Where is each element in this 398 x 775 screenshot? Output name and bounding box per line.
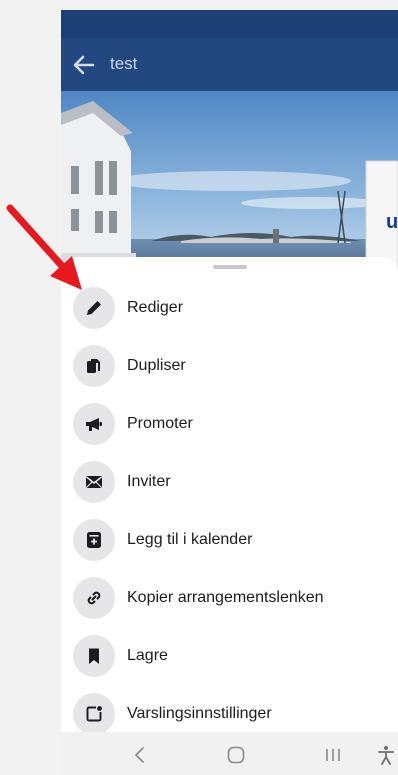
menu-item-label: Lagre (127, 647, 168, 664)
menu-item-label: Kopier arrangementslenken (127, 589, 324, 606)
sheet-drag-handle[interactable] (213, 265, 247, 269)
back-chevron-icon[interactable] (129, 744, 151, 766)
accessibility-icon[interactable] (375, 744, 397, 766)
calendar-add-icon (73, 519, 115, 561)
copy-icon (73, 345, 115, 387)
menu-item-kopier-arrangementslenken[interactable]: Kopier arrangementslenken (61, 569, 398, 627)
status-bar (61, 10, 398, 38)
megaphone-icon (73, 403, 115, 445)
app-bar: test (61, 38, 398, 91)
system-navigation-bar (61, 732, 398, 775)
menu-item-lagre[interactable]: Lagre (61, 627, 398, 685)
menu-item-label: Inviter (127, 473, 171, 490)
menu-item-inviter[interactable]: Inviter (61, 453, 398, 511)
menu-item-label: Varslingsinnstillinger (127, 705, 272, 722)
link-icon (73, 577, 115, 619)
home-icon[interactable] (225, 744, 247, 766)
notification-settings-icon (73, 693, 115, 735)
menu-item-dupliser[interactable]: Dupliser (61, 337, 398, 395)
menu-item-label: Dupliser (127, 357, 186, 374)
menu-item-label: Promoter (127, 415, 193, 432)
svg-text:u: u (386, 211, 398, 233)
page-title: test (110, 54, 138, 73)
menu-item-label: Legg til i kalender (127, 531, 253, 548)
envelope-icon (73, 461, 115, 503)
menu-item-label: Rediger (127, 299, 184, 316)
pencil-icon (73, 287, 115, 329)
menu-item-promoter[interactable]: Promoter (61, 395, 398, 453)
phone-screen: test u Rediger Dupliser Promoter Inviter… (61, 10, 398, 775)
action-bottom-sheet: Rediger Dupliser Promoter Inviter Legg t (61, 257, 398, 735)
menu-item-rediger[interactable]: Rediger (61, 279, 398, 337)
menu-item-legg-til-i-kalender[interactable]: Legg til i kalender (61, 511, 398, 569)
event-cover-photo: u (61, 91, 398, 271)
recents-icon[interactable] (322, 744, 344, 766)
bookmark-icon (73, 635, 115, 677)
arrow-left-icon[interactable] (71, 52, 97, 78)
